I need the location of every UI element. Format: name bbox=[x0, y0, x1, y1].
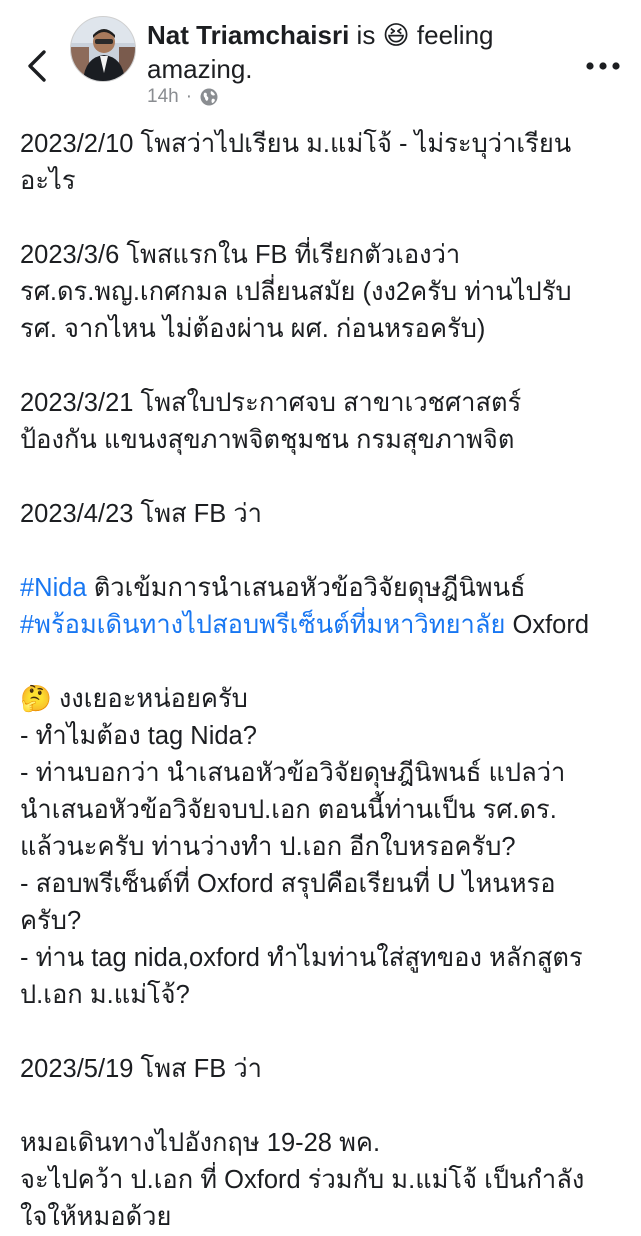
post-line: 2023/3/6 โพสแรกใน FB ที่เรียกตัวเองว่า bbox=[20, 241, 461, 269]
post-line: ใจให้หมอด้วย bbox=[20, 1203, 172, 1231]
post-line: ป้องกัน แขนงสุขภาพจิตชุมชน กรมสุขภาพจิต bbox=[20, 426, 515, 454]
post-line: - ท่านบอกว่า นำเสนอหัวข้อวิจัยดุษฎีนิพนธ… bbox=[20, 759, 566, 787]
post-body: 2023/2/10 โพสว่าไปเรียน ม.แม่โจ้ - ไม่ระ… bbox=[20, 126, 630, 1236]
hashtag-line: #Nida ติวเข้มการนำเสนอหัวข้อวิจัยดุษฎีนิ… bbox=[20, 570, 630, 607]
post-line: - ท่าน tag nida,oxford ทำไมท่านใส่สูทของ… bbox=[20, 944, 583, 972]
post-text: งงเยอะหน่อยครับ bbox=[51, 685, 248, 713]
post-line: - สอบพรีเซ็นต์ที่ Oxford สรุปคือเรียนที่… bbox=[20, 870, 556, 898]
thinking-face-emoji: 🤔 bbox=[20, 685, 52, 713]
post-line: รศ.ดร.พญ.เกศกมล เปลี่ยนสมัย (งง2ครับ ท่า… bbox=[20, 278, 572, 306]
status-feeling: amazing. bbox=[147, 54, 253, 84]
hashtag-line: #พร้อมเดินทางไปสอบพรีเซ็นต์ที่มหาวิทยาลั… bbox=[20, 607, 630, 644]
post-line: 2023/5/19 โพส FB ว่า bbox=[20, 1055, 262, 1083]
post-text: Oxford bbox=[505, 611, 590, 639]
post-line: 2023/3/21 โพสใบประกาศจบ สาขาเวชศาสตร์ bbox=[20, 389, 522, 417]
post-line: - ทำไมต้อง tag Nida? bbox=[20, 722, 257, 750]
post-meta: 14h · bbox=[147, 86, 219, 108]
feeling-emoji: 😆 bbox=[382, 20, 410, 50]
globe-icon bbox=[200, 88, 218, 106]
post-line: นำเสนอหัวข้อวิจัยจบป.เอก ตอนนี้ท่านเป็น … bbox=[20, 796, 557, 824]
post-line: รศ. จากไหน ไม่ต้องผ่าน ผศ. ก่อนหรอครับ) bbox=[20, 315, 486, 343]
post-line: 2023/2/10 โพสว่าไปเรียน ม.แม่โจ้ - ไม่ระ… bbox=[20, 130, 572, 158]
post-line: ครับ? bbox=[20, 907, 82, 935]
post-line: อะไร bbox=[20, 167, 76, 195]
post-text: ติวเข้มการนำเสนอหัวข้อวิจัยดุษฎีนิพนธ์ bbox=[86, 574, 526, 602]
author-name[interactable]: Nat Triamchaisri bbox=[147, 20, 349, 50]
post-author-status: Nat Triamchaisri is 😆 feeling amazing. bbox=[147, 18, 537, 86]
more-horizontal-icon[interactable] bbox=[586, 60, 620, 72]
chevron-left-icon[interactable] bbox=[22, 48, 52, 84]
status-suffix: feeling bbox=[409, 20, 494, 50]
question-title: 🤔 งงเยอะหน่อยครับ bbox=[20, 681, 630, 718]
hashtag-link[interactable]: #Nida bbox=[20, 574, 87, 602]
post-line: หมอเดินทางไปอังกฤษ 19-28 พค. bbox=[20, 1129, 381, 1157]
post-header: Nat Triamchaisri is 😆 feeling amazing. 1… bbox=[0, 0, 641, 118]
hashtag-link[interactable]: #พร้อมเดินทางไปสอบพรีเซ็นต์ที่มหาวิทยาลั… bbox=[20, 611, 505, 639]
post-time[interactable]: 14h bbox=[147, 86, 179, 108]
meta-dot: · bbox=[185, 86, 193, 107]
post-line: แล้วนะครับ ท่านว่างทำ ป.เอก อีกใบหรอครับ… bbox=[20, 833, 516, 861]
post-line: จะไปคว้า ป.เอก ที่ Oxford ร่วมกับ ม.แม่โ… bbox=[20, 1166, 585, 1194]
post-line: ป.เอก ม.แม่โจ้? bbox=[20, 981, 190, 1009]
avatar[interactable] bbox=[70, 16, 136, 82]
post-line: 2023/4/23 โพส FB ว่า bbox=[20, 500, 262, 528]
status-prefix: is bbox=[349, 20, 383, 50]
